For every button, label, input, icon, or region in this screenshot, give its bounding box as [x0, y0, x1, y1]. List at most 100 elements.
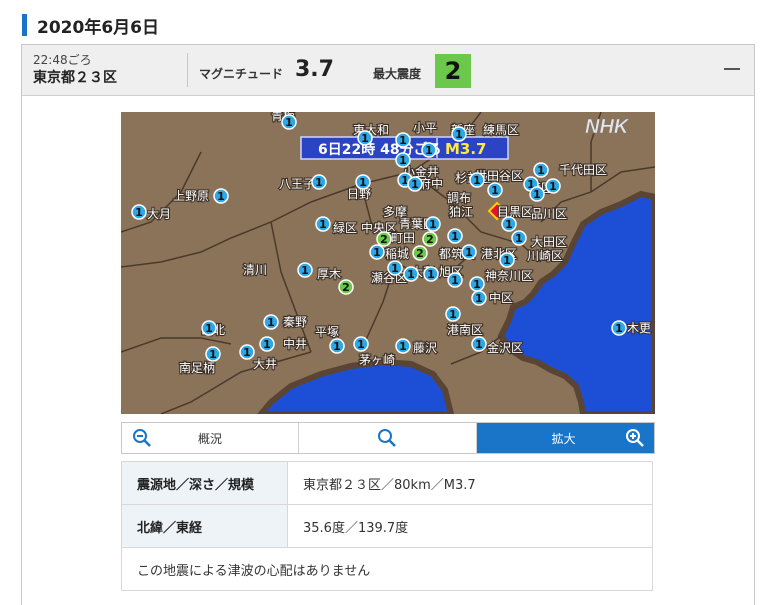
row-value: 35.6度／139.7度 [287, 504, 653, 548]
intensity-marker: 1 [259, 336, 275, 352]
intensity-marker: 1 [501, 216, 517, 232]
place-label: 日野 [347, 187, 371, 201]
place-label: 金沢区 [487, 340, 523, 355]
place-label: 川崎区 [527, 249, 563, 263]
place-label: 品川区 [531, 207, 567, 221]
table-row: この地震による津波の心配はありません [121, 547, 653, 591]
intensity-marker: 1 [403, 266, 419, 282]
intensity-marker: 1 [395, 338, 411, 354]
svg-text:1: 1 [263, 338, 271, 351]
svg-text:1: 1 [361, 132, 369, 145]
place-label: 木更 [627, 321, 651, 335]
svg-text:1: 1 [411, 178, 419, 191]
svg-text:1: 1 [549, 180, 557, 193]
intensity-marker: 1 [311, 174, 327, 190]
place-label: 上野原 [173, 189, 209, 203]
intensity-marker: 1 [131, 204, 147, 220]
svg-text:2: 2 [342, 281, 350, 294]
intensity-marker: 1 [611, 320, 627, 336]
svg-text:1: 1 [407, 268, 415, 281]
svg-text:2: 2 [426, 233, 434, 246]
zoom-in-icon [625, 429, 644, 447]
place-label: 大月 [147, 207, 171, 221]
place-label: 大井 [253, 357, 277, 371]
svg-text:1: 1 [505, 218, 513, 231]
svg-text:1: 1 [475, 338, 483, 351]
svg-text:1: 1 [425, 144, 433, 157]
place-label: 秦野 [283, 315, 307, 329]
zoom-enlarge-button[interactable]: 拡大 [476, 423, 654, 453]
svg-text:1: 1 [399, 154, 407, 167]
intensity-marker: 1 [201, 320, 217, 336]
intensity-marker: 1 [315, 216, 331, 232]
intensity-marker: 1 [369, 244, 385, 260]
intensity-marker: 1 [471, 290, 487, 306]
svg-text:1: 1 [473, 174, 481, 187]
place-label: 中井 [283, 336, 307, 351]
intensity-marker: 1 [445, 306, 461, 322]
svg-text:1: 1 [615, 322, 623, 335]
zoom-overview-button[interactable]: 概況 [122, 423, 300, 453]
place-label: 茅ヶ崎 [359, 353, 395, 367]
quake-place: 東京都２３区 [33, 70, 117, 86]
svg-text:1: 1 [315, 176, 323, 189]
svg-text:1: 1 [515, 232, 523, 245]
intensity-marker: 1 [353, 336, 369, 352]
row-label: 震源地／深さ／規模 [121, 461, 288, 505]
intensity-label: 最大震度 [373, 67, 422, 81]
svg-text:1: 1 [533, 188, 541, 201]
zoom-overview-label: 概況 [198, 432, 223, 446]
place-label: 清川 [243, 263, 267, 277]
svg-text:1: 1 [399, 134, 407, 147]
place-label: 神奈川区 [485, 269, 533, 283]
svg-text:1: 1 [357, 338, 365, 351]
zoom-default-button[interactable] [299, 423, 477, 453]
intensity-marker: 1 [355, 174, 371, 190]
collapse-minus-icon[interactable] [721, 55, 743, 81]
zoom-out-icon [133, 429, 151, 447]
svg-text:1: 1 [475, 292, 483, 305]
intensity-marker: 1 [395, 132, 411, 148]
intensity-marker: 1 [387, 260, 403, 276]
place-label: 南足柄 [179, 360, 215, 375]
intensity-marker: 1 [357, 130, 373, 146]
svg-text:1: 1 [399, 340, 407, 353]
svg-text:1: 1 [319, 218, 327, 231]
intensity-marker: 2 [422, 231, 438, 247]
svg-text:1: 1 [427, 268, 435, 281]
quake-info-table: 震源地／深さ／規模 東京都２３区／80km／M3.7 北緯／東経 35.6度／1… [121, 461, 653, 591]
earthquake-map[interactable]: NHK 6日22時 48分ごろ M3.7 青梅東大和小平新座練馬区千代田区上野原… [121, 112, 655, 414]
intensity-marker: 1 [423, 266, 439, 282]
intensity-marker: 1 [407, 176, 423, 192]
intensity-marker: 1 [533, 162, 549, 178]
intensity-marker: 1 [451, 126, 467, 142]
place-label: 狛江 [449, 205, 473, 219]
heading-accent-bar [22, 14, 27, 36]
card-header[interactable]: 22:48ごろ 東京都２３区 マグニチュード 3.7 最大震度 2 [22, 45, 754, 96]
intensity-marker: 1 [461, 244, 477, 260]
date-heading: 2020年6月6日 [22, 12, 159, 38]
intensity-marker: 1 [263, 314, 279, 330]
svg-text:1: 1 [473, 278, 481, 291]
intensity-marker: 1 [469, 172, 485, 188]
place-label: 港南区 [447, 322, 483, 337]
intensity-marker: 1 [471, 336, 487, 352]
intensity-marker: 1 [447, 228, 463, 244]
svg-text:1: 1 [205, 322, 213, 335]
place-label: 練馬区 [483, 123, 519, 137]
table-row: 北緯／東経 35.6度／139.7度 [121, 504, 653, 548]
intensity-marker: 1 [239, 344, 255, 360]
magnitude-label: マグニチュード [199, 67, 284, 81]
place-label: 目黒区 [497, 205, 533, 219]
row-value: 東京都２３区／80km／M3.7 [303, 477, 476, 493]
place-label: 八王子 [279, 177, 315, 191]
svg-text:1: 1 [391, 262, 399, 275]
banner-magnitude: M3.7 [445, 140, 487, 158]
intensity-marker: 1 [425, 216, 441, 232]
place-label: 藤沢 [413, 341, 437, 355]
magnitude-value: 3.7 [295, 57, 334, 82]
svg-text:1: 1 [451, 230, 459, 243]
nhk-logo: NHK [585, 116, 630, 138]
svg-text:1: 1 [217, 190, 225, 203]
date-title: 2020年6月6日 [37, 17, 159, 38]
